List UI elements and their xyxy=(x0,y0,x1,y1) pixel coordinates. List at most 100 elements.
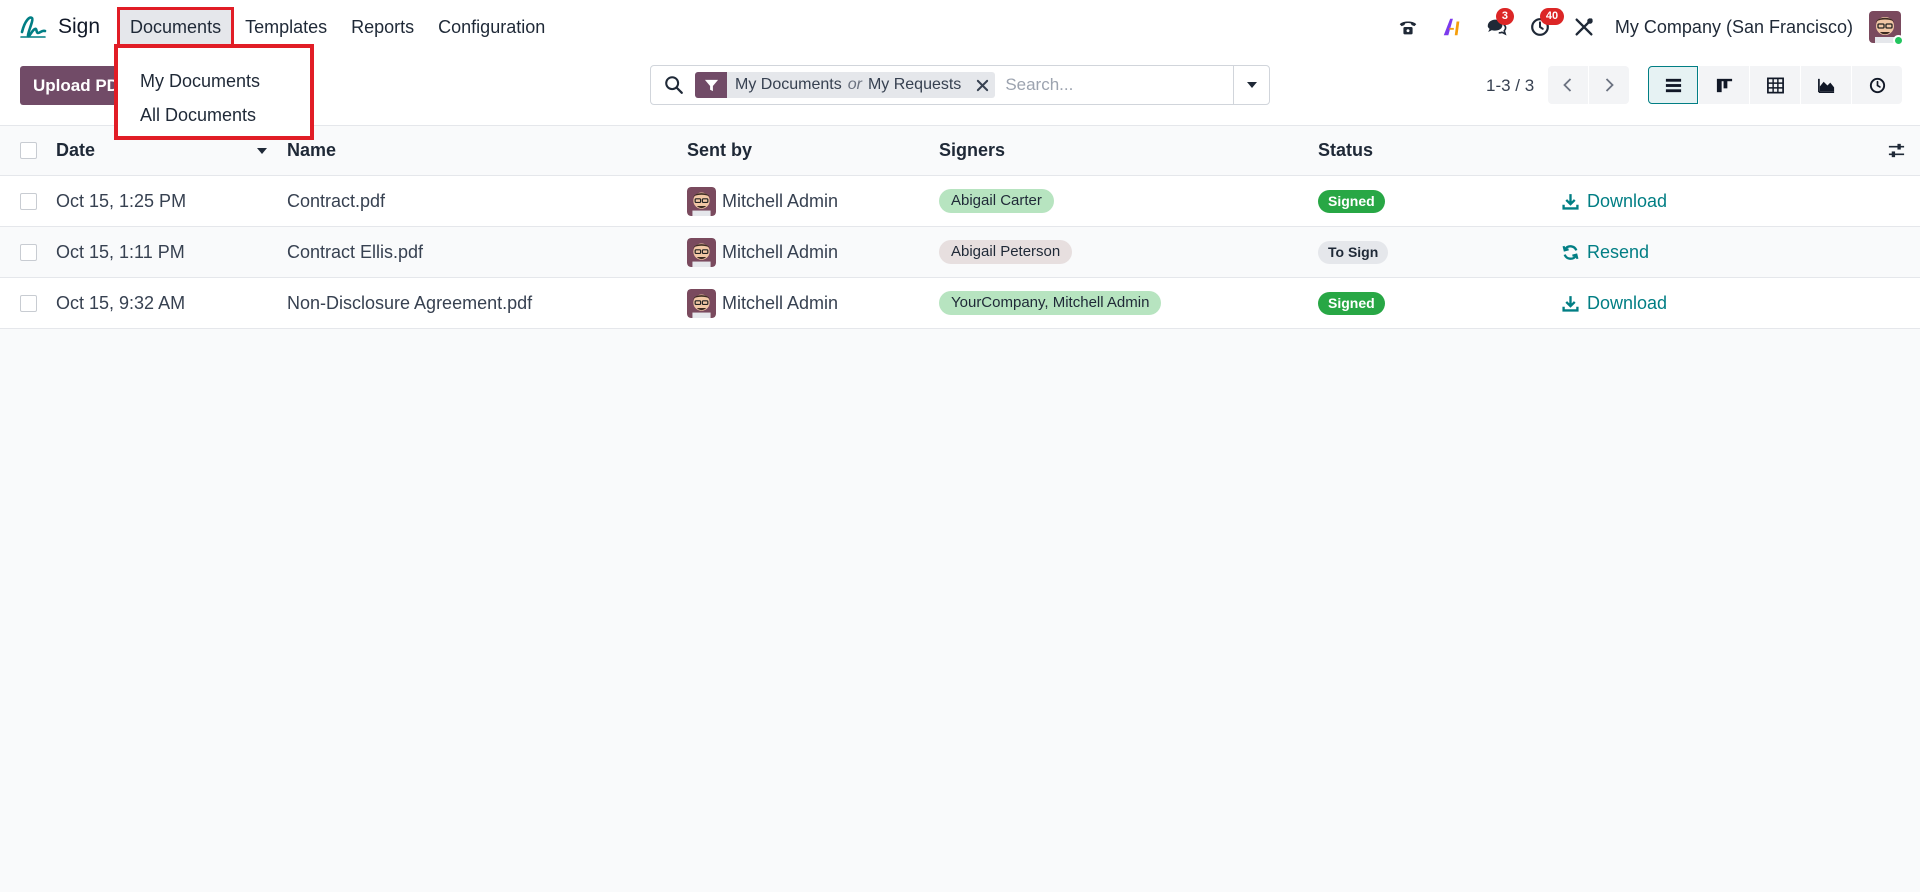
view-switcher xyxy=(1648,66,1902,104)
user-avatar[interactable] xyxy=(1869,11,1904,46)
status-badge: Signed xyxy=(1318,189,1385,213)
status-badge: To Sign xyxy=(1318,240,1389,264)
row-checkbox[interactable] xyxy=(20,294,37,312)
row-date: Oct 15, 1:25 PM xyxy=(56,190,187,211)
signer-tag: Abigail Carter xyxy=(939,189,1054,213)
row-sent-by-name: Mitchell Admin xyxy=(722,292,839,313)
download-button[interactable]: Download xyxy=(1560,293,1667,314)
table-row[interactable]: Oct 15, 1:25 PM Contract.pdf Mitchell Ad… xyxy=(0,176,1920,227)
activities-icon[interactable]: 40 xyxy=(1525,8,1565,42)
signer-tag: Abigail Peterson xyxy=(939,240,1073,264)
row-name: Contract.pdf xyxy=(287,190,386,211)
search-options-toggle[interactable] xyxy=(1233,66,1269,104)
area-chart-icon xyxy=(1817,78,1834,93)
app-brand[interactable]: Sign xyxy=(18,0,100,54)
list-view-button[interactable] xyxy=(1648,66,1698,104)
app-name: Sign xyxy=(58,15,101,38)
table-icon xyxy=(1766,77,1784,93)
signer-tag: YourCompany, Mitchell Admin xyxy=(939,291,1162,315)
search-input[interactable] xyxy=(1005,75,1233,95)
row-action: Resend xyxy=(1560,227,1649,277)
list-icon xyxy=(1665,78,1681,92)
menu-documents[interactable]: Documents xyxy=(117,6,235,48)
column-header-sent-by[interactable]: Sent by xyxy=(687,126,752,175)
row-name: Non-Disclosure Agreement.pdf xyxy=(287,292,533,313)
row-signers: Abigail Peterson xyxy=(939,227,1073,277)
row-status: Signed xyxy=(1318,278,1385,328)
chevron-right-icon xyxy=(1605,78,1614,92)
pager-value[interactable]: 1-3 / 3 xyxy=(1486,76,1534,96)
row-signers: Abigail Carter xyxy=(939,176,1054,226)
documents-table: Date Name Sent by Signers Status Oct 15,… xyxy=(0,126,1920,329)
kanban-view-button[interactable] xyxy=(1699,66,1749,104)
download-button[interactable]: Download xyxy=(1560,191,1667,212)
menu-configuration[interactable]: Configuration xyxy=(428,11,555,44)
download-label: Download xyxy=(1587,190,1668,211)
online-status-dot xyxy=(1893,35,1904,46)
resend-button[interactable]: Resend xyxy=(1560,242,1649,263)
refresh-icon xyxy=(1562,244,1579,260)
search-icon xyxy=(665,76,683,94)
row-name: Contract Ellis.pdf xyxy=(287,241,424,262)
menu-reports[interactable]: Reports xyxy=(341,11,424,44)
facet-values: My Documents or My Requests xyxy=(727,76,969,94)
documents-dropdown-menu: My Documents All Documents xyxy=(114,44,314,140)
row-sent-by: Mitchell Admin xyxy=(687,278,838,328)
avatar xyxy=(687,237,716,267)
row-sent-by-name: Mitchell Admin xyxy=(722,241,839,262)
column-header-signers[interactable]: Signers xyxy=(939,126,1005,175)
graph-view-button[interactable] xyxy=(1801,66,1851,104)
row-action: Download xyxy=(1560,278,1667,328)
activity-view-button[interactable] xyxy=(1852,66,1902,104)
download-icon xyxy=(1562,193,1579,210)
search-bar: My Documents or My Requests xyxy=(650,65,1270,105)
company-switcher[interactable]: My Company (San Francisco) xyxy=(1615,17,1853,38)
row-status: To Sign xyxy=(1318,227,1389,277)
row-signers: YourCompany, Mitchell Admin xyxy=(939,278,1162,328)
table-row[interactable]: Oct 15, 1:11 PM Contract Ellis.pdf Mitch… xyxy=(0,227,1920,278)
row-checkbox[interactable] xyxy=(20,192,37,210)
dropdown-item-all-documents[interactable]: All Documents xyxy=(118,98,310,132)
phone-icon[interactable] xyxy=(1393,12,1423,42)
resend-label: Resend xyxy=(1587,241,1650,262)
table-row[interactable]: Oct 15, 9:32 AM Non-Disclosure Agreement… xyxy=(0,278,1920,329)
column-header-status[interactable]: Status xyxy=(1318,126,1373,175)
optional-columns-icon[interactable] xyxy=(1887,126,1906,175)
pager-previous-button[interactable] xyxy=(1548,66,1588,104)
download-icon xyxy=(1562,295,1579,312)
row-date: Oct 15, 1:11 PM xyxy=(56,241,185,262)
row-checkbox-cell xyxy=(20,278,37,328)
tools-icon[interactable] xyxy=(1569,12,1599,42)
filter-icon xyxy=(695,72,727,98)
facet-value-my-requests: My Requests xyxy=(867,76,962,93)
column-header-date[interactable]: Date xyxy=(56,126,95,175)
chevron-left-icon xyxy=(1563,78,1572,92)
select-all-cell xyxy=(20,126,37,175)
activities-badge: 40 xyxy=(1539,8,1565,25)
row-sent-by: Mitchell Admin xyxy=(687,176,838,226)
pager-next-button[interactable] xyxy=(1589,66,1629,104)
sign-app-icon xyxy=(20,16,47,38)
ai-icon[interactable] xyxy=(1437,12,1467,42)
download-label: Download xyxy=(1587,292,1668,313)
messages-icon[interactable]: 3 xyxy=(1481,8,1515,42)
clock-icon xyxy=(1869,77,1885,93)
row-date: Oct 15, 9:32 AM xyxy=(56,292,186,313)
row-sent-by-name: Mitchell Admin xyxy=(722,190,839,211)
pager-buttons xyxy=(1548,66,1629,104)
dropdown-item-my-documents[interactable]: My Documents xyxy=(118,64,310,98)
remove-facet-icon[interactable] xyxy=(969,72,995,98)
row-checkbox-cell xyxy=(20,176,37,226)
status-badge: Signed xyxy=(1318,291,1385,315)
systray: 3 40 My Company (San Francisco) xyxy=(1393,0,1920,54)
pivot-view-button[interactable] xyxy=(1750,66,1800,104)
row-action: Download xyxy=(1560,176,1667,226)
row-checkbox-cell xyxy=(20,227,37,277)
select-all-checkbox[interactable] xyxy=(20,142,37,159)
row-checkbox[interactable] xyxy=(20,243,37,261)
avatar xyxy=(687,288,716,318)
filter-facet: My Documents or My Requests xyxy=(695,72,996,98)
caret-down-icon xyxy=(1246,82,1257,88)
facet-separator: or xyxy=(847,76,862,93)
menu-templates[interactable]: Templates xyxy=(235,11,337,44)
